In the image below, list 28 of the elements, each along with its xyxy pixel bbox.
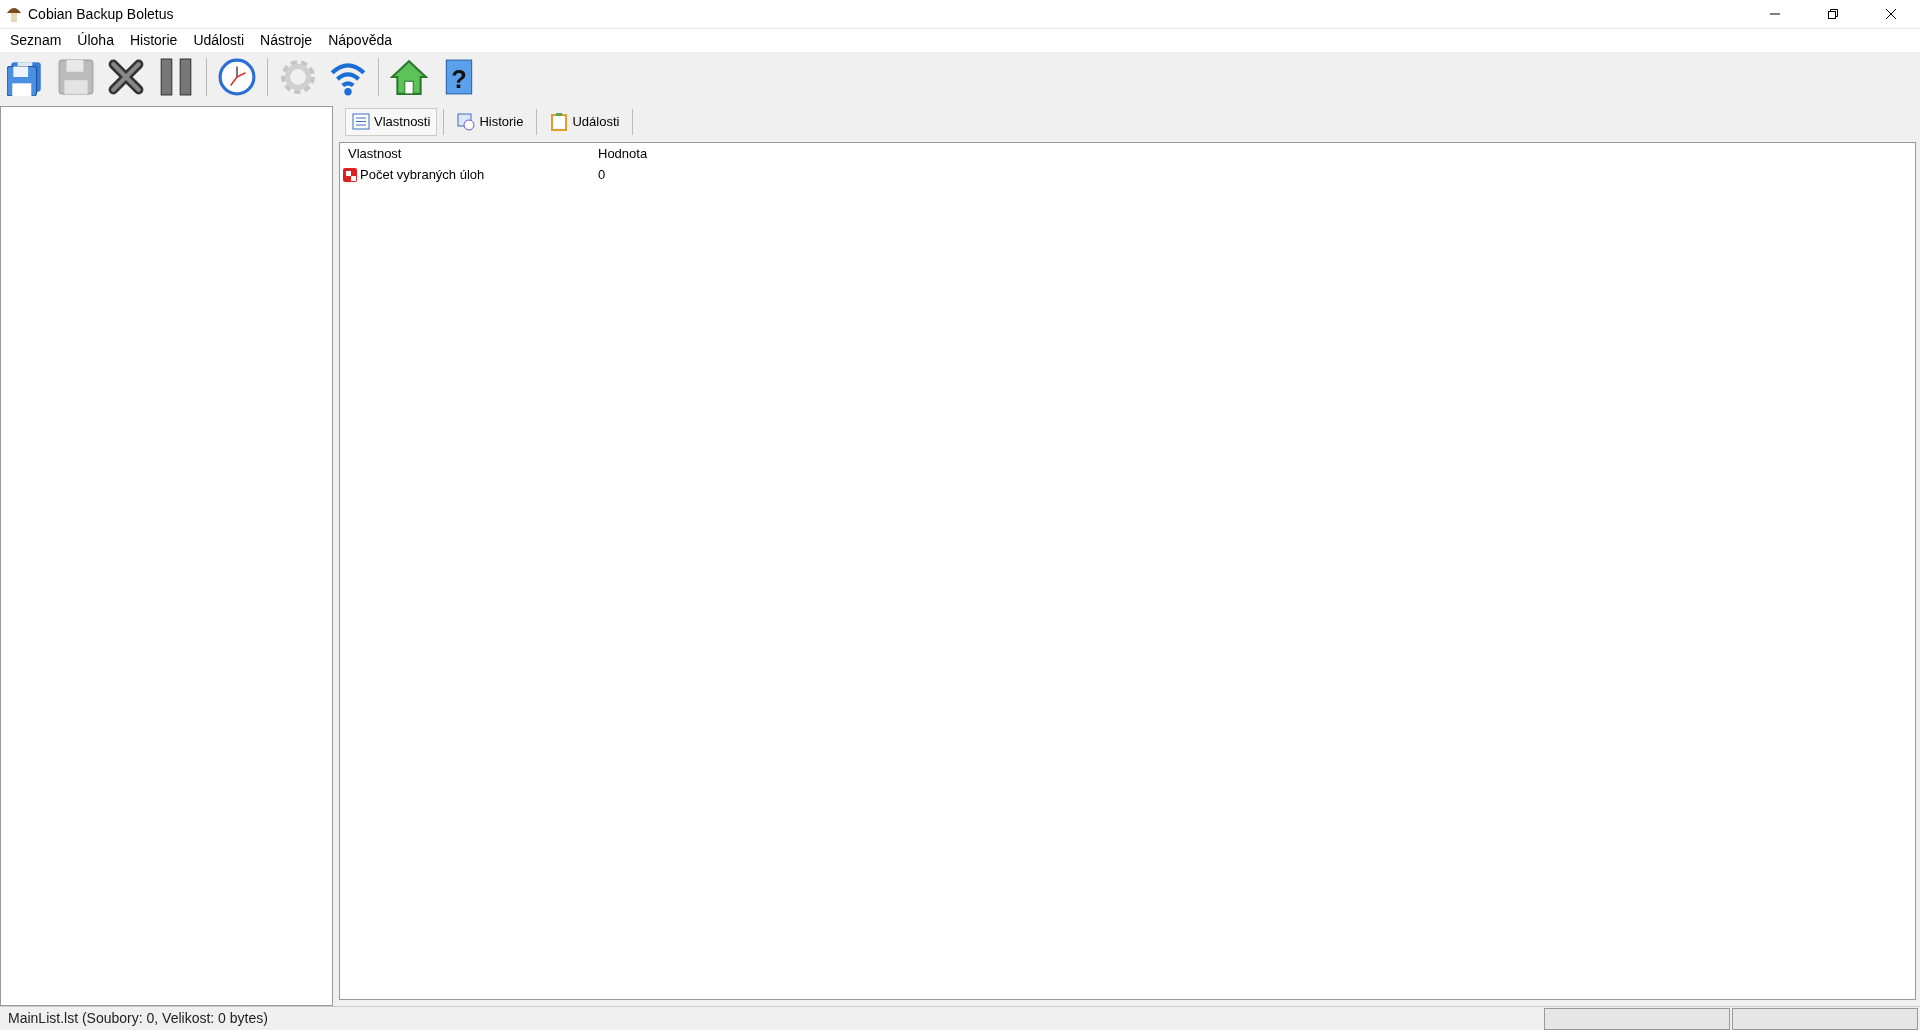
clock-icon — [218, 58, 256, 96]
x-mark-icon — [107, 58, 145, 96]
column-header[interactable]: Vlastnost — [340, 146, 402, 162]
checkered-icon — [342, 167, 358, 183]
close-icon — [1885, 8, 1897, 20]
question-mark: ? — [451, 64, 467, 93]
tab[interactable]: Vlastnosti — [345, 108, 438, 136]
menu-item[interactable]: Historie — [121, 28, 186, 53]
tab[interactable]: Události — [543, 108, 627, 136]
clipboard-icon — [550, 113, 569, 131]
property-cell-text: Počet vybraných úloh — [360, 166, 485, 185]
window-clock-icon — [457, 113, 476, 131]
toolbar-button[interactable]: ? — [435, 53, 483, 101]
property-cell-text: 0 — [598, 166, 606, 185]
menu-item[interactable]: Nápověda — [320, 28, 400, 53]
status-text: MainList.lst (Soubory: 0, Velikost: 0 bytes) — [7, 1009, 269, 1028]
tab[interactable]: Historie — [450, 108, 531, 136]
gear-icon — [279, 58, 317, 96]
restore-icon — [1827, 8, 1839, 20]
list-icon — [352, 113, 370, 131]
mushroom-icon — [6, 5, 22, 23]
menu-item[interactable]: Seznam — [2, 28, 70, 53]
house-icon — [390, 58, 428, 96]
menu-item[interactable]: Události — [185, 28, 252, 53]
menu-item[interactable]: Nástroje — [252, 28, 321, 53]
window-title: Cobian Backup Boletus — [27, 4, 174, 24]
menu-item[interactable]: Úloha — [69, 28, 122, 53]
column-header[interactable]: Hodnota — [590, 146, 648, 162]
